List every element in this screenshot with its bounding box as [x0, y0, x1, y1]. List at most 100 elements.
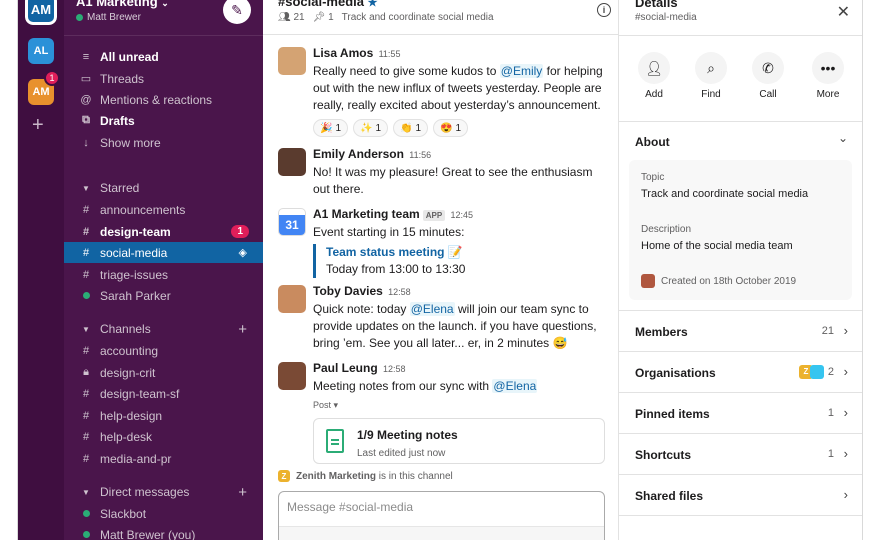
mention-link[interactable]: @Emily — [499, 64, 544, 78]
message-time[interactable]: 12:58 — [383, 364, 406, 374]
chevron-right-icon: › — [843, 323, 848, 338]
sidebar-item-social-media[interactable]: # social-media ◈ — [64, 242, 263, 263]
message-text: Meeting notes from our sync with @Elena — [313, 379, 538, 393]
message-composer[interactable] — [278, 491, 605, 540]
sidebar-item-announcements[interactable]: # announcements — [64, 199, 263, 220]
mention-link[interactable]: @Elena — [492, 379, 538, 393]
sidebar-item-design-team-sf[interactable]: # design-team-sf — [64, 383, 263, 404]
sidebar-item-show-more[interactable]: ↓ Show more — [64, 132, 263, 153]
message[interactable]: 31 A1 Marketing team APP 12:45 Event star… — [278, 206, 608, 278]
more-button[interactable]: ••• More — [798, 52, 858, 100]
details-row-pinned[interactable]: Pinned items 1 › — [619, 392, 862, 433]
details-row-organisations[interactable]: Organisations Z 2 › — [619, 351, 862, 392]
close-icon[interactable]: ✕ — [837, 2, 850, 22]
add-button[interactable]: 👤︎ Add — [624, 52, 684, 100]
hash-icon: # — [82, 203, 90, 216]
avatar[interactable] — [278, 148, 306, 176]
pinned-count[interactable]: 📌︎ 1 — [313, 12, 334, 23]
details-subtitle: #social-media — [635, 12, 697, 23]
details-row-members[interactable]: Members 21 › — [619, 310, 862, 351]
reaction-pill[interactable]: 😍 1 — [433, 119, 469, 137]
sidebar-item-threads[interactable]: ▭ Threads — [64, 68, 263, 89]
sidebar-item-accounting[interactable]: # accounting — [64, 340, 263, 361]
call-button[interactable]: ✆ Call — [738, 52, 798, 100]
message-author[interactable]: Emily Anderson — [313, 147, 404, 161]
sidebar-item-help-design[interactable]: # help-design — [64, 405, 263, 426]
sidebar-item-triage-issues[interactable]: # triage-issues — [64, 264, 263, 285]
message-author[interactable]: Paul Leung — [313, 361, 378, 375]
section-starred[interactable]: ▼ Starred — [64, 178, 263, 198]
event-link[interactable]: Team status meeting — [326, 245, 444, 259]
avatar[interactable] — [278, 47, 306, 75]
channel-topic[interactable]: Track and coordinate social media — [342, 12, 494, 23]
sidebar-item-matt-brewer[interactable]: Matt Brewer (you) — [64, 524, 263, 540]
message-time[interactable]: 12:45 — [451, 210, 474, 220]
sidebar-item-design-team[interactable]: # design-team 1 — [64, 221, 263, 242]
message-time[interactable]: 11:55 — [379, 49, 401, 59]
unread-badge: 1 — [231, 225, 249, 238]
message[interactable]: Lisa Amos 11:55 Really need to give some… — [278, 45, 608, 137]
org-name[interactable]: Zenith Marketing — [296, 471, 376, 482]
sidebar-item-media-and-pr[interactable]: # media-and-pr — [64, 448, 263, 469]
message-time[interactable]: 11:56 — [409, 150, 431, 160]
workspace-rail: AM AL AM 1 + — [18, 0, 64, 540]
workspace-name[interactable]: A1 Marketing ⌄ — [76, 0, 169, 9]
reaction-pill[interactable]: 🎉 1 — [313, 119, 349, 137]
chevron-right-icon: › — [843, 487, 848, 502]
message[interactable]: Toby Davies 12:58 Quick note: today @Ele… — [278, 283, 608, 352]
topic-value[interactable]: Track and coordinate social media — [641, 188, 808, 200]
section-direct-messages[interactable]: ▼ Direct messages + — [64, 482, 263, 502]
description-value[interactable]: Home of the social media team — [641, 240, 793, 252]
divider — [619, 515, 862, 516]
hash-icon: # — [82, 225, 90, 238]
mention-link[interactable]: @Elena — [409, 302, 455, 316]
message-time[interactable]: 12:58 — [388, 287, 411, 297]
compose-button[interactable]: ✎ — [223, 0, 251, 24]
add-dm-icon[interactable]: + — [238, 484, 247, 501]
avatar[interactable] — [278, 285, 306, 313]
post-card[interactable]: 1/9 Meeting notes Last edited just now — [313, 418, 605, 464]
chevron-down-icon[interactable]: ⌄ — [838, 131, 848, 145]
all-unread-icon: ≡ — [82, 50, 90, 63]
details-pane: Details #social-media ✕ 👤︎ Add ⌕ Find ✆ Cal… — [619, 0, 862, 540]
caret-down-icon: ▼ — [82, 487, 90, 497]
sidebar-item-sarah-parker[interactable]: Sarah Parker — [64, 285, 263, 306]
caret-down-icon: ▼ — [82, 183, 90, 193]
section-channels[interactable]: ▼ Channels + — [64, 319, 263, 339]
details-row-shared-files[interactable]: Shared files › — [619, 474, 862, 515]
sidebar-item-mentions[interactable]: @ Mentions & reactions — [64, 89, 263, 110]
compose-icon: ✎ — [231, 1, 243, 18]
message[interactable]: Emily Anderson 11:56 No! It was my pleas… — [278, 146, 608, 198]
sidebar-item-slackbot[interactable]: Slackbot — [64, 503, 263, 524]
message-input[interactable] — [287, 500, 587, 514]
reaction-pill[interactable]: ✨ 1 — [353, 119, 389, 137]
sidebar-item-help-desk[interactable]: # help-desk — [64, 426, 263, 447]
reaction-pill[interactable]: 👏 1 — [393, 119, 429, 137]
message[interactable]: Paul Leung 12:58 Meeting notes from our … — [278, 360, 608, 464]
sidebar-item-all-unread[interactable]: ≡ All unread — [64, 46, 263, 67]
about-header[interactable]: About — [635, 135, 670, 149]
avatar[interactable] — [278, 362, 306, 390]
presence-dot-icon — [82, 530, 90, 538]
about-card: Topic Track and coordinate social media … — [629, 160, 852, 300]
message-author[interactable]: A1 Marketing team — [313, 207, 420, 221]
star-icon[interactable]: ★ — [368, 0, 378, 9]
workspace-switcher-active[interactable]: AM — [23, 0, 59, 27]
add-workspace-icon[interactable]: + — [32, 115, 44, 135]
post-label[interactable]: Post ▾ — [313, 397, 608, 414]
members-count[interactable]: 👥︎ 21 — [278, 12, 305, 23]
sidebar-item-drafts[interactable]: ⧉ Drafts — [64, 110, 263, 131]
message-author[interactable]: Toby Davies — [313, 284, 383, 298]
add-channel-icon[interactable]: + — [238, 321, 247, 338]
hash-icon: # — [82, 452, 90, 465]
sidebar-item-design-crit[interactable]: 🔒︎ design-crit — [64, 362, 263, 383]
info-icon[interactable]: i — [597, 3, 611, 17]
channel-title[interactable]: #social-media ★ — [278, 0, 378, 9]
details-row-shortcuts[interactable]: Shortcuts 1 › — [619, 433, 862, 474]
message-text: Really need to give some kudos to @Emily… — [313, 64, 603, 112]
find-button[interactable]: ⌕ Find — [681, 52, 741, 100]
calendar-app-icon[interactable]: 31 — [278, 208, 306, 236]
hash-icon: # — [82, 344, 90, 357]
message-author[interactable]: Lisa Amos — [313, 46, 373, 60]
workspace-switcher-al[interactable]: AL — [28, 38, 54, 64]
